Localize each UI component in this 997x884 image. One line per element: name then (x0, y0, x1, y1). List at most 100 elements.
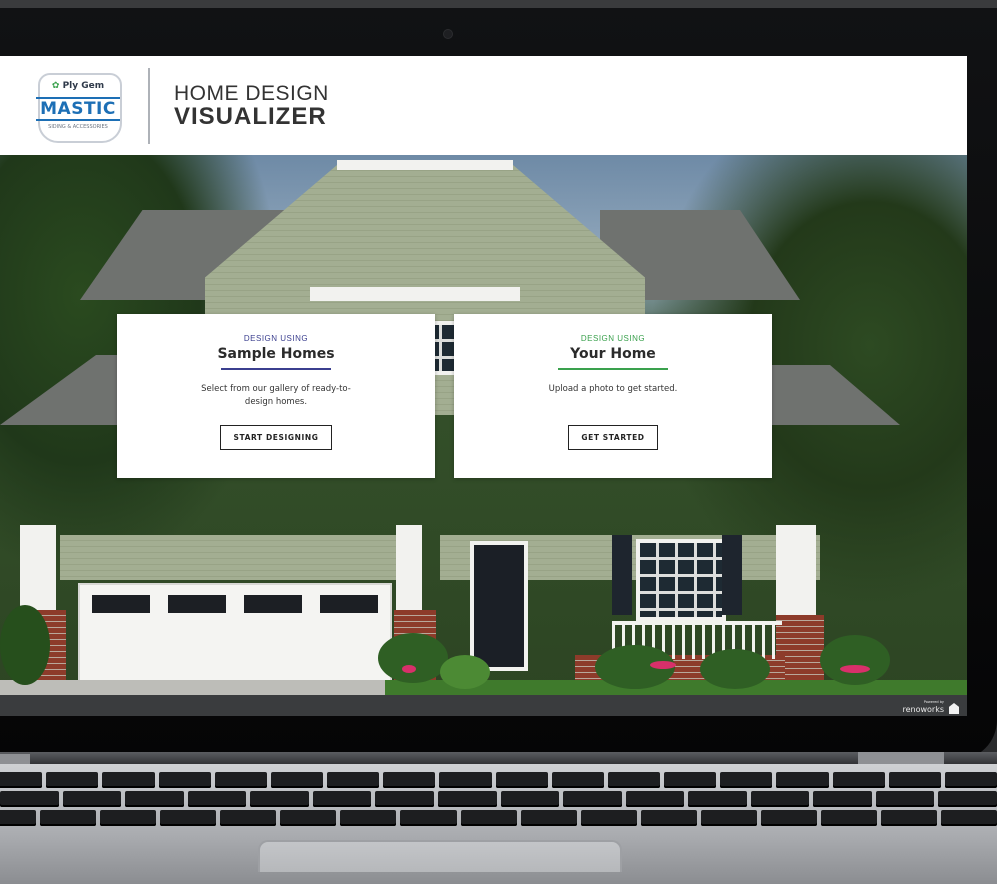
your-home-card: DESIGN USING Your Home Upload a photo to… (454, 314, 772, 478)
card-description: Upload a photo to get started. (548, 384, 678, 394)
key (102, 772, 155, 788)
key (62, 791, 122, 807)
key (551, 772, 604, 788)
key (688, 791, 747, 807)
app-footer: Powered by renoworks (0, 695, 967, 716)
key (327, 772, 380, 788)
key (220, 810, 277, 826)
card-eyebrow: DESIGN USING (243, 334, 309, 343)
bush (378, 633, 448, 683)
key (280, 810, 337, 826)
key (270, 772, 324, 788)
card-eyebrow: DESIGN USING (580, 334, 646, 343)
front-door (470, 541, 528, 671)
lower-siding-left (60, 535, 420, 580)
hero-house-image: DESIGN USING Sample Homes Select from ou… (0, 155, 967, 695)
gable-trim (337, 160, 513, 170)
key (700, 810, 757, 826)
app-title-line2: VISUALIZER (174, 102, 327, 130)
bush (440, 655, 490, 689)
key (340, 810, 397, 826)
key-row (0, 791, 997, 807)
key (100, 810, 157, 826)
garage-window (320, 595, 378, 613)
app-title-line1: HOME DESIGN (174, 81, 329, 105)
key (160, 810, 217, 826)
garage-window (92, 595, 150, 613)
key (40, 810, 97, 826)
key (776, 772, 829, 788)
garage-window (168, 595, 226, 613)
key (944, 772, 997, 788)
key (520, 810, 577, 826)
header-divider (148, 67, 150, 144)
bush (700, 649, 770, 689)
shutter (722, 535, 742, 615)
flowers (840, 665, 870, 673)
key (760, 810, 817, 826)
renoworks-home-icon (949, 703, 959, 714)
key (563, 791, 622, 807)
driveway (0, 680, 400, 695)
key (460, 810, 517, 826)
key (383, 772, 436, 788)
key (750, 791, 810, 807)
card-description: Select from our gallery of ready-to-desi… (201, 384, 351, 407)
key-row (0, 772, 997, 788)
card-accent-rule (558, 368, 668, 370)
card-accent-rule (221, 368, 331, 370)
logo-plygem-text: ✿ Ply Gem (32, 81, 124, 91)
key (500, 791, 560, 807)
powered-by-badge[interactable]: Powered by renoworks (902, 698, 959, 714)
key (720, 772, 773, 788)
app-header: ✿ Ply Gem MASTIC SIDING & ACCESSORIES HO… (0, 56, 967, 155)
key (938, 791, 997, 807)
start-designing-button[interactable]: START DESIGNING (220, 425, 332, 450)
renoworks-wordmark: renoworks (902, 705, 944, 714)
laptop-lid-edge (0, 0, 997, 8)
get-started-button[interactable]: GET STARTED (568, 425, 658, 450)
logo-brand-sub: SIDING & ACCESSORIES (48, 123, 108, 130)
key (375, 791, 434, 807)
app-screen: ✿ Ply Gem MASTIC SIDING & ACCESSORIES HO… (0, 56, 967, 716)
key (664, 772, 717, 788)
key (495, 772, 548, 788)
key (625, 791, 685, 807)
mastic-logo[interactable]: ✿ Ply Gem MASTIC SIDING & ACCESSORIES (32, 69, 124, 143)
keyboard (0, 772, 997, 834)
webcam (443, 29, 453, 39)
laptop-bezel: ✿ Ply Gem MASTIC SIDING & ACCESSORIES HO… (0, 0, 997, 760)
key (0, 791, 59, 807)
key-row (0, 810, 997, 826)
key (607, 772, 661, 788)
sample-homes-card: DESIGN USING Sample Homes Select from ou… (117, 314, 435, 478)
key (875, 791, 935, 807)
key (187, 791, 247, 807)
key (820, 810, 877, 826)
garage-door (78, 583, 392, 695)
key (158, 772, 211, 788)
porch-window (636, 539, 726, 621)
garage-window (244, 595, 302, 613)
key (580, 810, 637, 826)
flowers (402, 665, 416, 673)
key (312, 791, 372, 807)
card-title: Your Home (570, 346, 656, 362)
flowers (650, 661, 676, 669)
logo-brand-top: Ply Gem (62, 80, 105, 91)
key (0, 772, 43, 788)
key (880, 810, 937, 826)
key (125, 791, 184, 807)
key (437, 791, 497, 807)
porch-column (396, 525, 422, 615)
shutter (612, 535, 632, 615)
key (941, 810, 997, 826)
app-title: HOME DESIGN VISUALIZER (174, 83, 329, 129)
key (400, 810, 457, 826)
logo-brand-main: MASTIC (36, 96, 120, 121)
card-title: Sample Homes (217, 346, 335, 362)
key (439, 772, 492, 788)
window-header-trim (310, 287, 520, 301)
key (250, 791, 309, 807)
leaf-icon: ✿ (51, 80, 60, 91)
